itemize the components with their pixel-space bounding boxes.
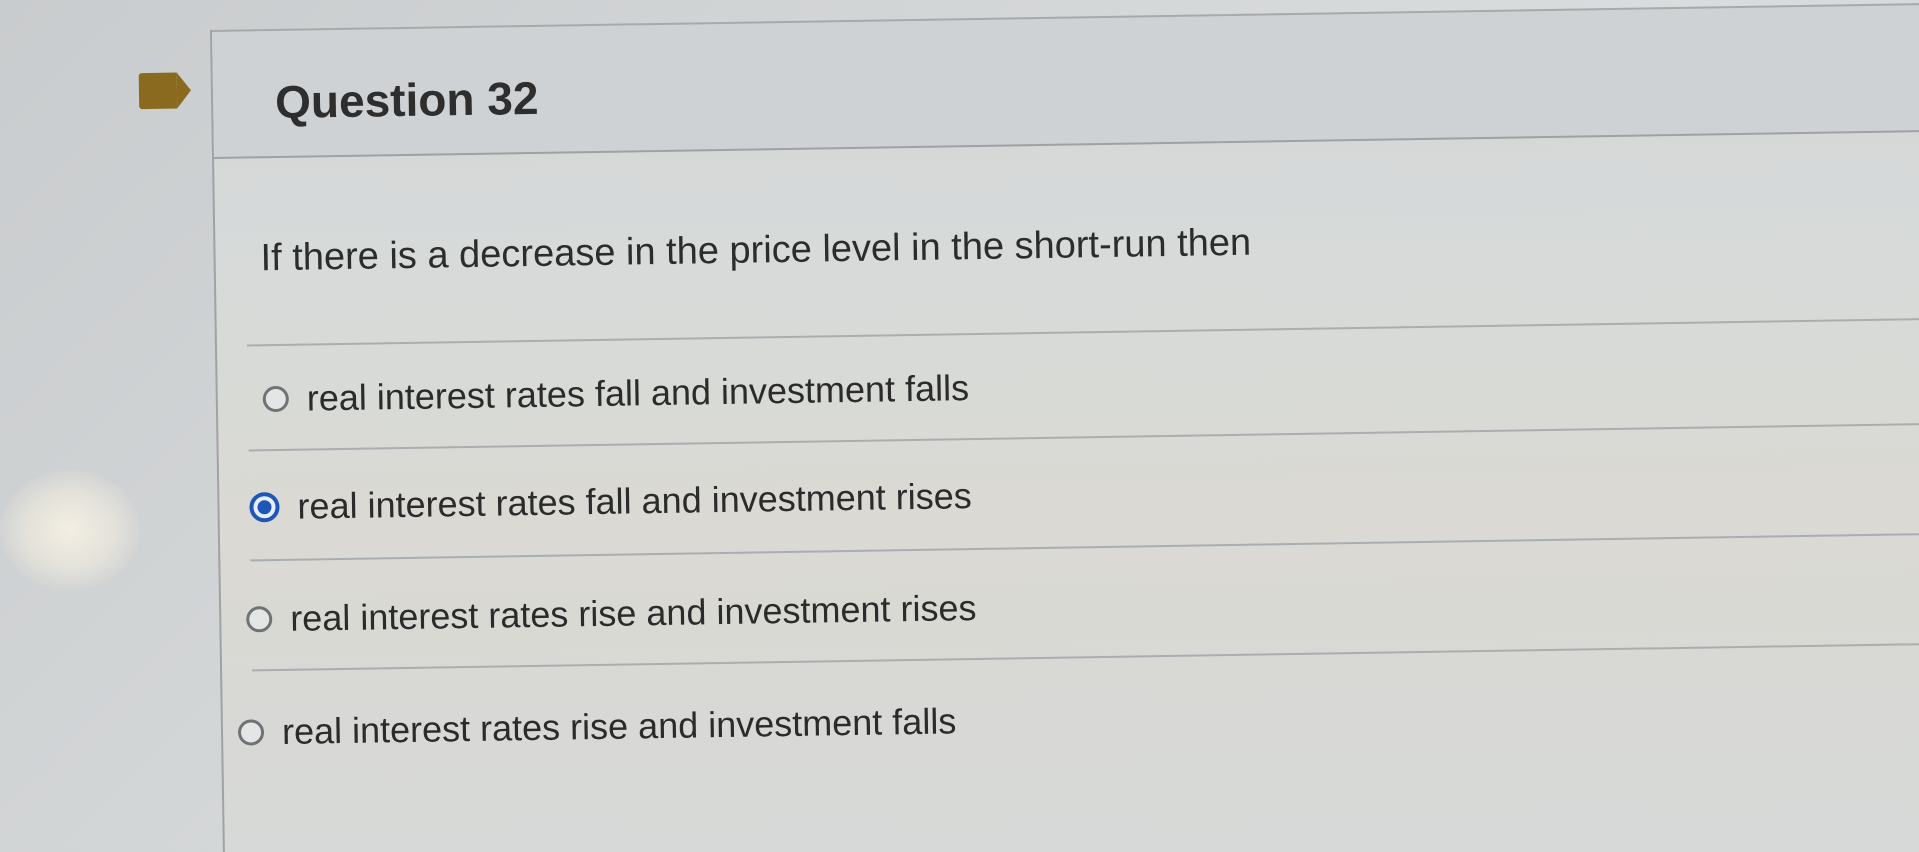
divider: [246, 317, 1919, 347]
answer-option-2[interactable]: real interest rates fall and investment …: [249, 471, 972, 532]
answer-option-label: real interest rates rise and investment …: [289, 587, 977, 639]
divider: [250, 532, 1919, 562]
screen-glare: [0, 470, 140, 590]
answer-option-label: real interest rates fall and investment …: [297, 475, 973, 527]
question-header: Question 32: [138, 2, 1919, 159]
radio-button-2-selected[interactable]: [249, 491, 280, 523]
divider: [248, 422, 1919, 452]
answer-option-4[interactable]: real interest rates rise and investment …: [237, 696, 957, 757]
answer-option-3[interactable]: real interest rates rise and investment …: [246, 583, 977, 644]
divider: [252, 642, 1919, 672]
answer-option-label: real interest rates rise and investment …: [281, 700, 957, 752]
radio-button-4[interactable]: [237, 719, 265, 746]
radio-button-1[interactable]: [262, 385, 290, 413]
answer-option-1[interactable]: real interest rates fall and investment …: [262, 363, 969, 424]
radio-button-3[interactable]: [246, 606, 273, 633]
question-title: Question 32: [274, 71, 539, 128]
question-prompt: If there is a decrease in the price leve…: [260, 221, 1252, 280]
question-panel: Question 32 If there is a decrease in th…: [138, 2, 1919, 852]
answer-option-label: real interest rates fall and investment …: [306, 367, 970, 419]
